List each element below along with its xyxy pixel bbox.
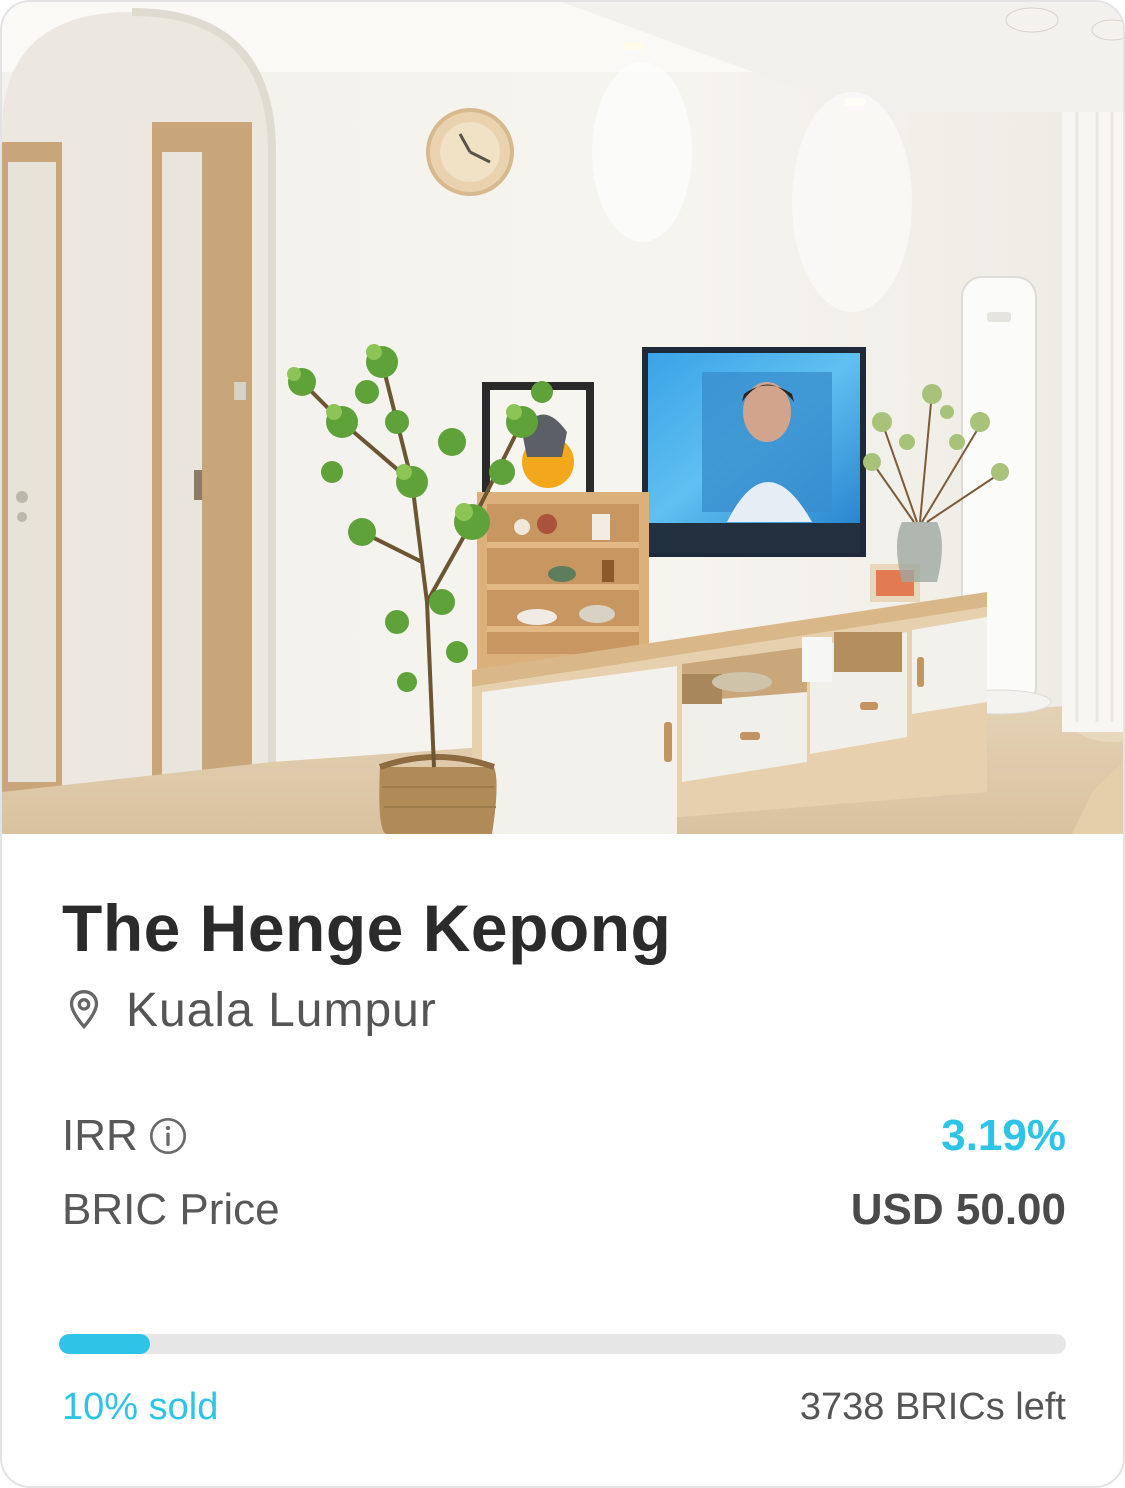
irr-row: IRR 3.19% [62, 1108, 1066, 1164]
map-pin-icon [69, 989, 99, 1030]
location-text: Kuala Lumpur [126, 983, 437, 1037]
property-photo [2, 2, 1123, 834]
irr-label: IRR [62, 1111, 138, 1160]
property-title: The Henge Kepong [62, 891, 672, 965]
property-card[interactable]: The Henge Kepong Kuala Lumpur IRR 3.19% … [0, 0, 1125, 1488]
brics-left: 3738 BRICs left [799, 1385, 1066, 1428]
sold-percentage: 10% sold [62, 1385, 219, 1428]
price-value: USD 50.00 [850, 1185, 1066, 1234]
irr-label-group: IRR [62, 1111, 188, 1161]
price-label: BRIC Price [62, 1185, 280, 1234]
price-row: BRIC Price USD 50.00 [62, 1180, 1066, 1240]
sold-progress-fill [59, 1334, 150, 1354]
irr-value: 3.19% [941, 1111, 1066, 1160]
info-circle-icon[interactable] [148, 1116, 188, 1156]
sold-progress-bar [59, 1334, 1066, 1354]
progress-footer: 10% sold 3738 BRICs left [62, 1380, 1066, 1434]
property-location: Kuala Lumpur [62, 980, 437, 1040]
